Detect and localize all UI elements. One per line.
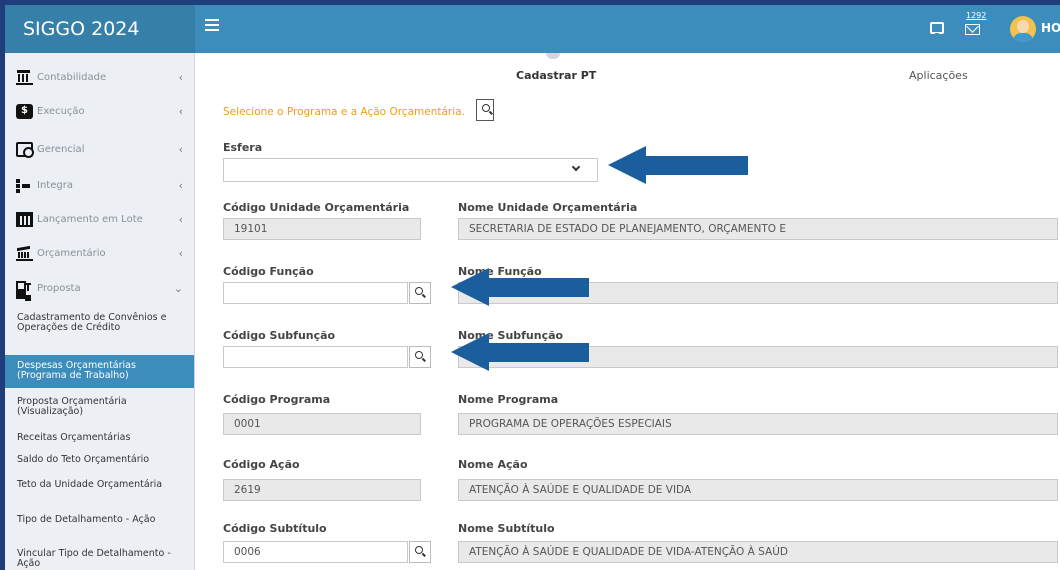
tab-indicator: [546, 53, 560, 59]
mail-count-badge: 1292: [966, 11, 987, 20]
nome-unidade-label: Nome Unidade Orçamentária: [458, 201, 638, 214]
sidebar-item-execucao[interactable]: Execução ‹: [5, 94, 194, 128]
chevron-down-icon: ⌄: [173, 281, 183, 295]
annotation-arrow-subfuncao-icon: [451, 333, 591, 371]
sidebar: Contabilidade ‹ Execução ‹ Gerencial ‹ I…: [5, 53, 195, 570]
sidebar-item-integra[interactable]: Integra ‹: [5, 168, 194, 202]
chevron-left-icon: ‹: [178, 178, 183, 192]
cod-subfuncao-input[interactable]: [223, 346, 408, 368]
nome-acao-label: Nome Ação: [458, 458, 528, 471]
sidebar-item-proposta[interactable]: Proposta ⌄: [5, 271, 194, 305]
top-navbar: SIGGO 2024 1292 HO: [5, 5, 1060, 53]
annotation-arrow-esfera-icon: [608, 146, 748, 184]
cod-unidade-field[interactable]: 19101: [223, 218, 421, 240]
submenu-item-tipo-detalhamento[interactable]: Tipo de Detalhamento - Ação: [5, 515, 194, 525]
cod-unidade-label: Código Unidade Orçamentária: [223, 201, 410, 214]
sidebar-item-label: Execução: [37, 105, 85, 117]
document-search-icon: [16, 141, 34, 158]
mail-icon: [965, 24, 980, 35]
app-logo[interactable]: SIGGO 2024: [5, 5, 195, 53]
cod-programa-label: Código Programa: [223, 393, 331, 406]
integration-icon: [16, 178, 33, 193]
program-search-button[interactable]: [476, 99, 494, 121]
funcao-search-button[interactable]: [409, 282, 431, 304]
search-icon: [415, 351, 423, 359]
sidebar-item-label: Lançamento em Lote: [37, 213, 143, 225]
submenu-item-teto-unidade[interactable]: Teto da Unidade Orçamentária: [5, 480, 194, 490]
select-program-prompt: Selecione o Programa e a Ação Orçamentár…: [223, 106, 465, 118]
user-name[interactable]: HO: [1041, 21, 1060, 35]
subfuncao-search-button[interactable]: [409, 346, 431, 368]
cod-acao-label: Código Ação: [223, 458, 300, 471]
cod-acao-field[interactable]: 2619: [223, 479, 421, 501]
submenu-item-receitas-orcamentarias[interactable]: Receitas Orçamentárias: [5, 433, 194, 443]
sidebar-item-orcamentario[interactable]: Orçamentário ‹: [5, 236, 194, 270]
esfera-select[interactable]: [223, 158, 598, 182]
chevron-left-icon: ‹: [178, 104, 183, 118]
cod-subtitulo-input[interactable]: 0006: [223, 541, 408, 563]
cod-funcao-input[interactable]: [223, 282, 408, 304]
sidebar-item-label: Contabilidade: [37, 71, 107, 83]
sidebar-item-label: Proposta: [37, 282, 81, 294]
sidebar-item-label: Gerencial: [37, 143, 85, 155]
user-avatar[interactable]: [1010, 16, 1036, 42]
hamburger-menu-icon[interactable]: [205, 19, 219, 31]
sidebar-item-gerencial[interactable]: Gerencial ‹: [5, 132, 194, 166]
submenu-item-saldo-teto[interactable]: Saldo do Teto Orçamentário: [5, 455, 194, 465]
chevron-left-icon: ‹: [178, 70, 183, 84]
budget-icon: [16, 246, 33, 261]
proposal-icon: [16, 280, 33, 301]
chat-icon[interactable]: [930, 22, 944, 37]
nome-subtitulo-field[interactable]: ATENÇÃO À SAÚDE E QUALIDADE DE VIDA-ATEN…: [458, 541, 1058, 563]
screenshot-frame: SIGGO 2024 1292 HO Contabilidade ‹ Execu…: [0, 0, 1060, 570]
cod-programa-field[interactable]: 0001: [223, 413, 421, 435]
chevron-left-icon: ‹: [178, 246, 183, 260]
submenu-item-vincular-tipo-detalhamento[interactable]: Vincular Tipo de Detalhamento - Ação: [5, 549, 194, 569]
annotation-arrow-funcao-icon: [451, 268, 591, 306]
nome-programa-field[interactable]: PROGRAMA DE OPERAÇÕES ESPECIAIS: [458, 413, 1058, 435]
nome-programa-label: Nome Programa: [458, 393, 559, 406]
submenu-item-despesas-orcamentarias[interactable]: Despesas Orçamentárias (Programa de Trab…: [5, 355, 194, 388]
esfera-label: Esfera: [223, 141, 263, 154]
submenu-item-cadastramento-convenios[interactable]: Cadastramento de Convênios e Operações d…: [5, 313, 194, 333]
bank-icon: [16, 69, 33, 85]
submenu-item-proposta-orcamentaria[interactable]: Proposta Orçamentária (Visualização): [5, 397, 194, 417]
main-content: Cadastrar PT Aplicações Selecione o Prog…: [201, 53, 1060, 570]
tab-cadastrar-pt[interactable]: Cadastrar PT: [516, 69, 596, 82]
search-icon: [415, 546, 423, 554]
sidebar-item-label: Orçamentário: [37, 247, 106, 259]
cod-subfuncao-label: Código Subfunção: [223, 329, 336, 342]
chevron-left-icon: ‹: [178, 212, 183, 226]
money-icon: [16, 103, 33, 119]
chevron-left-icon: ‹: [178, 142, 183, 156]
nome-subtitulo-label: Nome Subtítulo: [458, 522, 555, 535]
mail-button[interactable]: 1292: [962, 11, 988, 41]
subtitulo-search-button[interactable]: [409, 541, 431, 563]
cod-funcao-label: Código Função: [223, 265, 314, 278]
search-icon: [482, 104, 490, 112]
calendar-icon: [16, 211, 33, 227]
cod-subtitulo-label: Código Subtítulo: [223, 522, 327, 535]
nome-unidade-field[interactable]: SECRETARIA DE ESTADO DE PLANEJAMENTO, OR…: [458, 218, 1058, 240]
nome-acao-field[interactable]: ATENÇÃO À SAÚDE E QUALIDADE DE VIDA: [458, 479, 1058, 501]
sidebar-item-label: Integra: [37, 179, 73, 191]
sidebar-item-contabilidade[interactable]: Contabilidade ‹: [5, 60, 194, 94]
sidebar-item-lancamento-em-lote[interactable]: Lançamento em Lote ‹: [5, 202, 194, 236]
tab-aplicacoes[interactable]: Aplicações: [909, 69, 968, 82]
search-icon: [415, 287, 423, 295]
